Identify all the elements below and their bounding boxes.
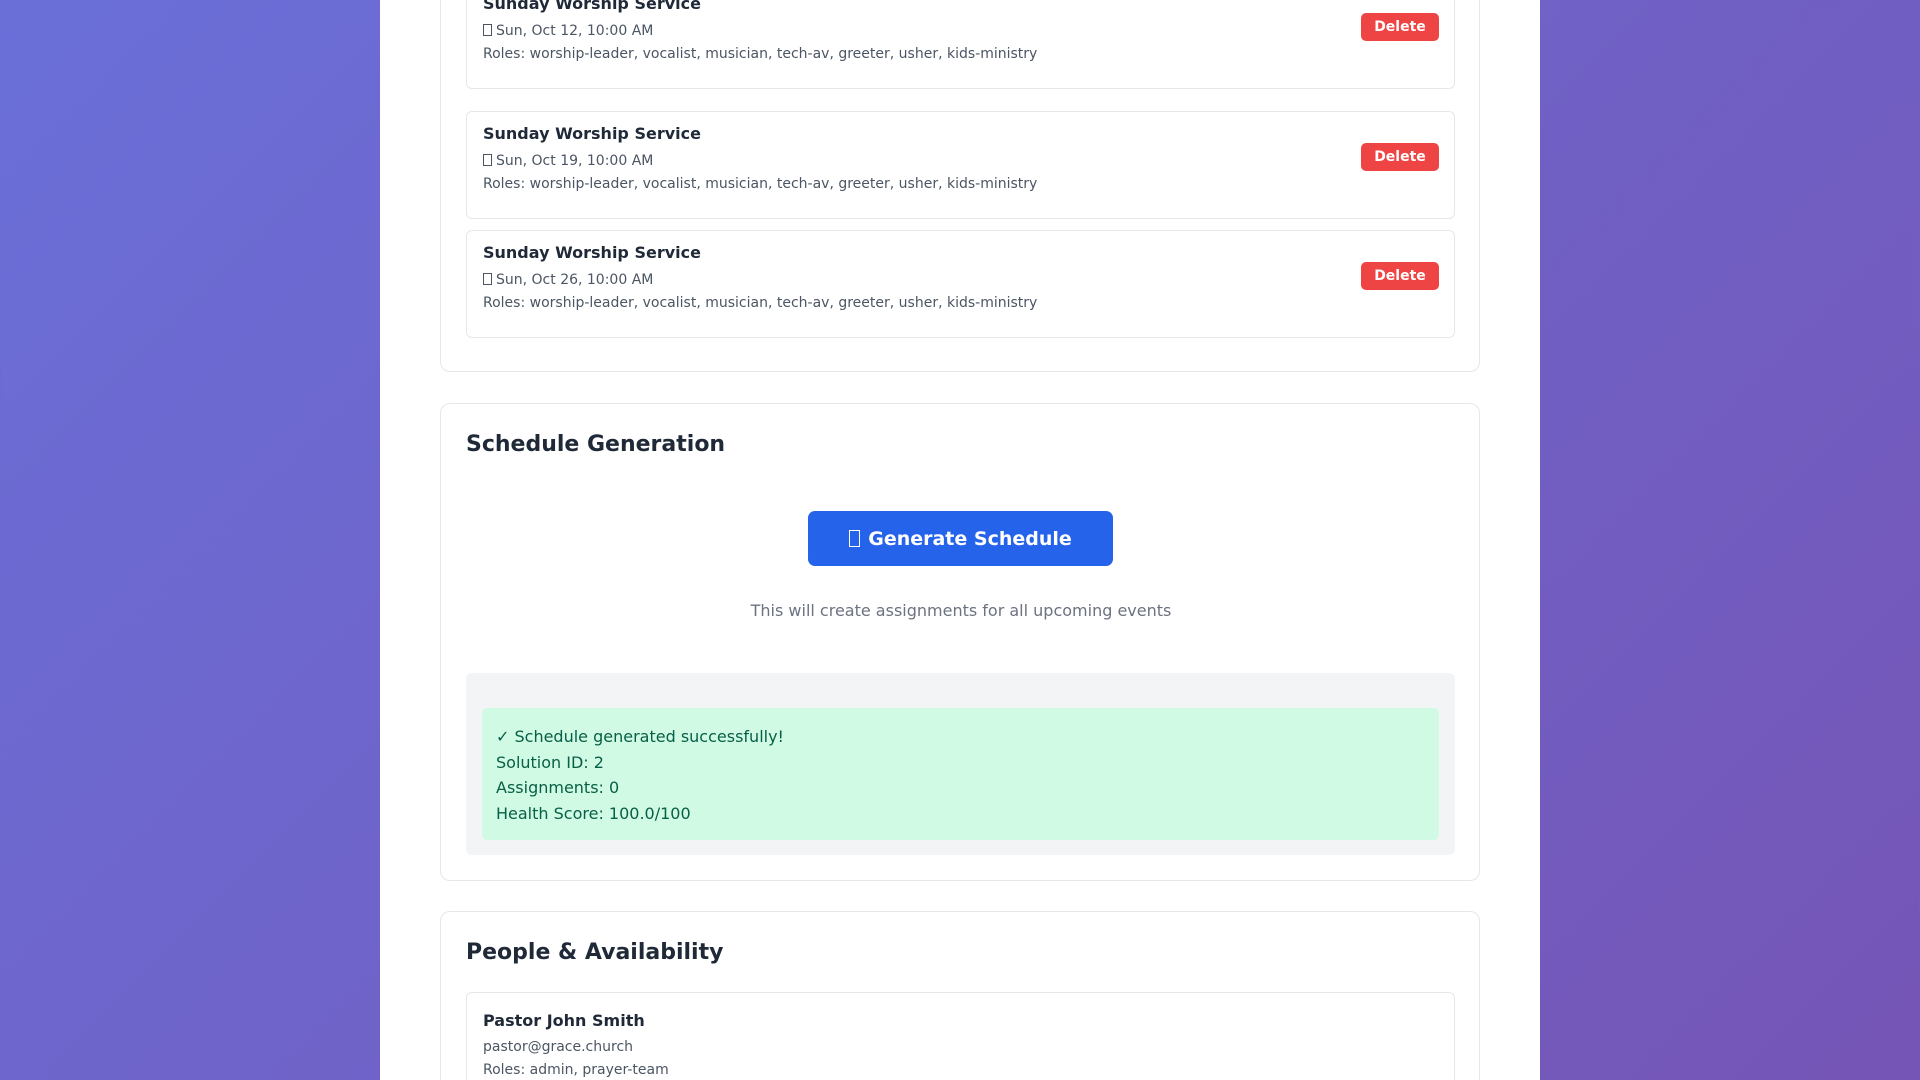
delete-event-button[interactable]: Delete [1361, 13, 1439, 41]
calendar-icon [483, 273, 492, 285]
success-message: ✓ Schedule generated successfully! Solut… [482, 708, 1439, 840]
calendar-icon [483, 154, 492, 166]
event-title: Sunday Worship Service [483, 124, 701, 143]
result-assignments: Assignments: 0 [496, 778, 620, 797]
event-title: Sunday Worship Service [483, 0, 701, 13]
calendar-icon [849, 529, 861, 547]
event-title: Sunday Worship Service [483, 243, 701, 262]
events-card: Sunday Worship Service Sun, Oct 12, 10:0… [440, 0, 1480, 372]
event-item: Sunday Worship Service Sun, Oct 19, 10:0… [466, 111, 1455, 219]
event-date: Sun, Oct 26, 10:00 AM [483, 272, 653, 288]
delete-event-button[interactable]: Delete [1361, 143, 1439, 171]
person-name: Pastor John Smith [483, 1011, 645, 1030]
event-date: Sun, Oct 12, 10:00 AM [483, 23, 653, 39]
generate-hint: This will create assignments for all upc… [750, 601, 1172, 620]
event-date-text: Sun, Oct 12, 10:00 AM [496, 23, 654, 39]
people-availability-card: People & Availability Pastor John Smith … [440, 911, 1480, 1080]
event-date-text: Sun, Oct 26, 10:00 AM [496, 272, 654, 288]
calendar-icon [483, 24, 492, 36]
person-email: pastor@grace.church [483, 1039, 634, 1055]
event-roles: Roles: worship-leader, vocalist, musicia… [483, 295, 1038, 311]
person-roles: Roles: admin, prayer-team [483, 1062, 669, 1078]
result-panel: ✓ Schedule generated successfully! Solut… [466, 673, 1455, 855]
schedule-generation-card: Schedule Generation Generate Schedule Th… [440, 403, 1480, 881]
person-item[interactable]: Pastor John Smith pastor@grace.church Ro… [466, 992, 1455, 1080]
event-item: Sunday Worship Service Sun, Oct 26, 10:0… [466, 230, 1455, 338]
generate-schedule-button[interactable]: Generate Schedule [808, 511, 1113, 566]
event-item: Sunday Worship Service Sun, Oct 12, 10:0… [466, 0, 1455, 89]
delete-event-button[interactable]: Delete [1361, 262, 1439, 290]
section-title: People & Availability [466, 940, 724, 965]
event-date: Sun, Oct 19, 10:00 AM [483, 153, 653, 169]
event-date-text: Sun, Oct 19, 10:00 AM [496, 153, 654, 169]
result-solution-id: Solution ID: 2 [496, 752, 604, 772]
section-title: Schedule Generation [466, 432, 726, 457]
event-roles: Roles: worship-leader, vocalist, musicia… [483, 46, 1038, 62]
generate-schedule-label: Generate Schedule [868, 527, 1072, 550]
result-health-score: Health Score: 100.0/100 [496, 803, 691, 823]
result-status: ✓ Schedule generated successfully! [496, 727, 784, 746]
event-roles: Roles: worship-leader, vocalist, musicia… [483, 176, 1038, 192]
main-page: Sunday Worship Service Sun, Oct 12, 10:0… [380, 0, 1540, 1080]
